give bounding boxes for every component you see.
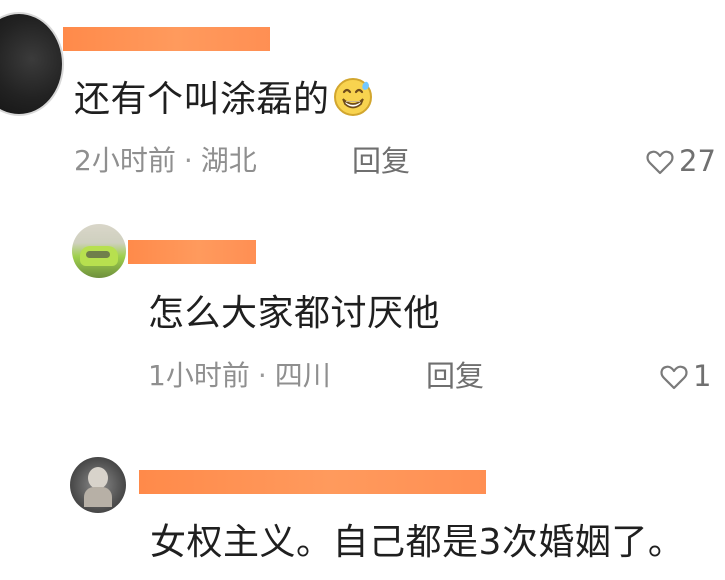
like-count-2: 1 <box>693 359 712 393</box>
reply-button-1[interactable]: 回复 <box>352 147 410 176</box>
heart-outline-icon <box>645 148 675 176</box>
commenter-avatar-2[interactable] <box>72 224 126 278</box>
comment-location-2: 四川 <box>274 359 331 392</box>
meta-separator-1: · <box>183 144 193 177</box>
comment-text-1-content: 还有个叫涂磊的 <box>74 79 330 120</box>
meta-separator-2: · <box>257 359 267 392</box>
comment-text-3: 女权主义。自己都是3次婚姻了。 <box>150 522 685 563</box>
commenter-avatar-1[interactable] <box>0 12 64 116</box>
redacted-username-1 <box>63 27 270 51</box>
comment-time-1: 2小时前 <box>74 144 176 177</box>
reply-button-2[interactable]: 回复 <box>426 362 484 391</box>
commenter-avatar-3[interactable] <box>70 457 126 513</box>
comment-text-2: 怎么大家都讨厌他 <box>148 293 441 334</box>
like-count-1: 27 <box>679 144 716 178</box>
like-button-2[interactable]: 1 <box>659 362 711 391</box>
heart-outline-icon <box>659 363 689 391</box>
redacted-username-3 <box>139 470 486 494</box>
comment-location-1: 湖北 <box>200 144 257 177</box>
comment-meta-2: 1小时前 · 四川 <box>148 362 331 390</box>
like-button-1[interactable]: 27 <box>645 147 716 176</box>
comment-meta-1: 2小时前 · 湖北 <box>74 147 257 175</box>
grinning-sweat-emoji-icon <box>332 76 374 118</box>
comment-time-2: 1小时前 <box>148 359 250 392</box>
comment-text-1: 还有个叫涂磊的 <box>74 78 374 122</box>
redacted-username-2 <box>128 240 256 264</box>
